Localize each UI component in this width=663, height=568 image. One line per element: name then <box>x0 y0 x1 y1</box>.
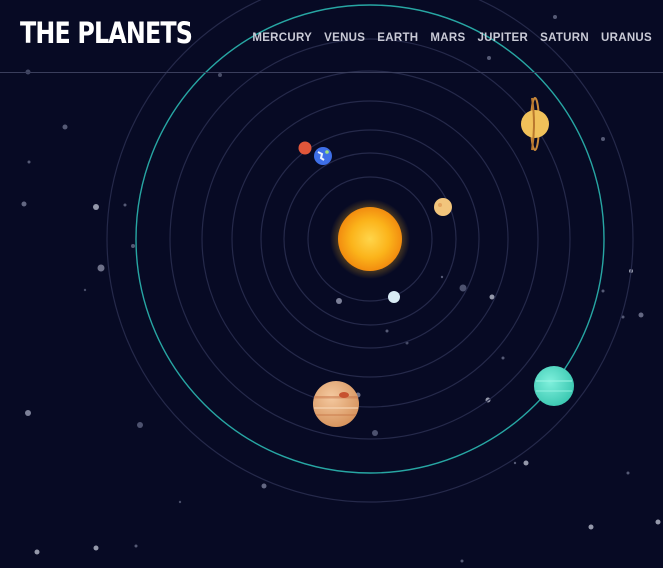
venus-icon[interactable] <box>434 198 452 216</box>
solar-system-scene <box>21 0 661 563</box>
nav-link-earth[interactable]: EARTH <box>377 32 418 45</box>
planet-nav: MERCURY VENUS EARTH MARS JUPITER SATURN … <box>252 32 652 45</box>
nav-link-mercury[interactable]: MERCURY <box>252 32 312 45</box>
nav-link-jupiter[interactable]: JUPITER <box>477 32 528 45</box>
site-title: THE PLANETS <box>20 16 193 50</box>
jupiter-icon[interactable] <box>313 381 359 427</box>
nav-link-saturn[interactable]: SATURN <box>540 32 589 45</box>
mercury-icon[interactable] <box>388 291 400 303</box>
nav-link-mars[interactable]: MARS <box>430 32 465 45</box>
nav-link-uranus[interactable]: URANUS <box>601 32 652 45</box>
starfield <box>21 15 661 563</box>
earth-icon[interactable] <box>314 147 332 165</box>
sun-icon <box>330 199 410 279</box>
mars-icon[interactable] <box>298 141 312 155</box>
site-header: THE PLANETS MERCURY VENUS EARTH MARS JUP… <box>0 0 663 73</box>
uranus-icon[interactable] <box>534 366 574 406</box>
nav-link-venus[interactable]: VENUS <box>324 32 365 45</box>
